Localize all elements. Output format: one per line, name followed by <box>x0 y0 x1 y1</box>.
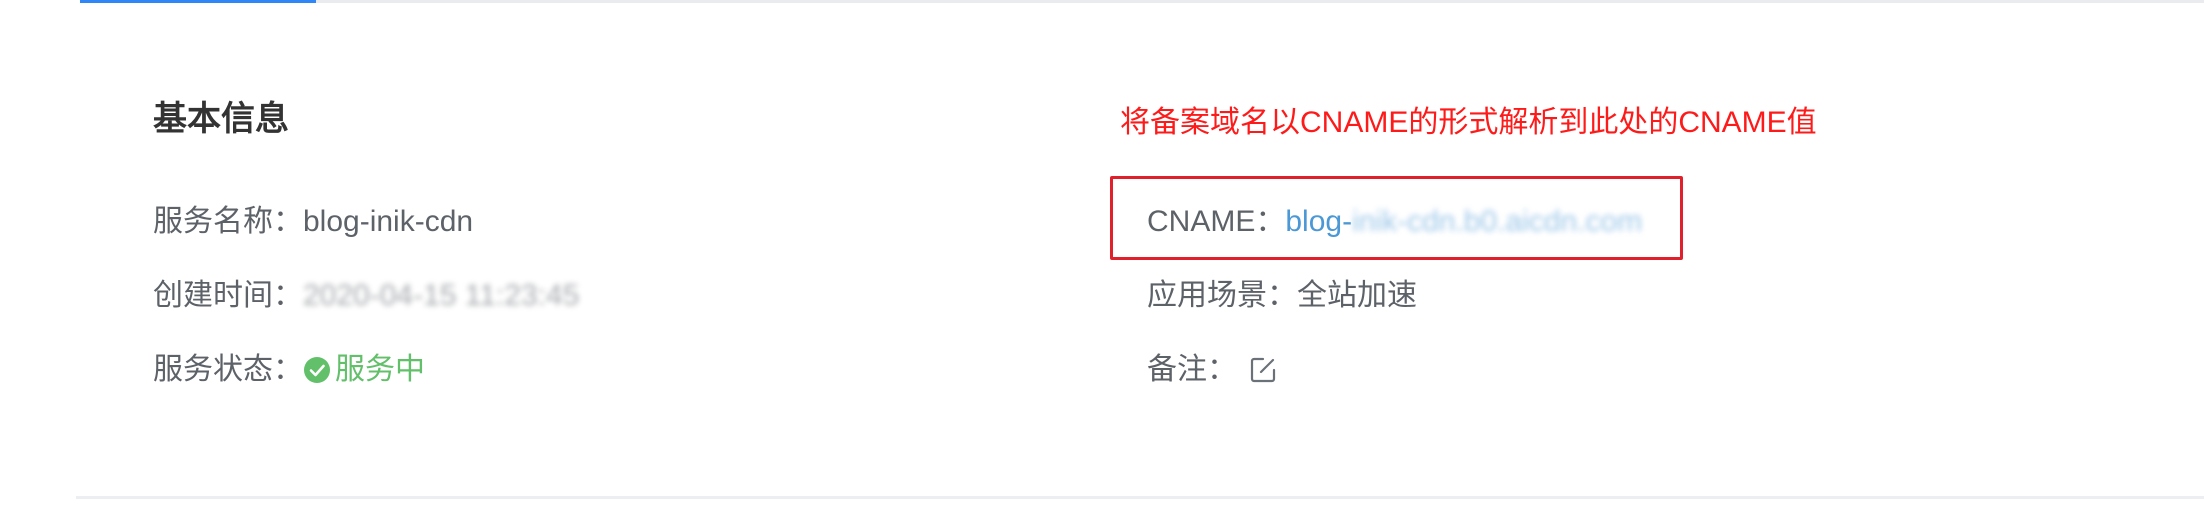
service-status-label: 服务状态： <box>153 353 303 386</box>
cname-row: CNAME： blog- inik-cdn.b0.aicdn.com <box>1147 202 1642 242</box>
created-time-row: 创建时间： 2020-04-15 11:23:45 <box>153 276 579 316</box>
created-time-value: 2020-04-15 11:23:45 <box>303 279 580 312</box>
section-title: 基本信息 <box>153 100 289 138</box>
edit-icon[interactable] <box>1247 354 1279 386</box>
check-circle-icon <box>303 356 331 384</box>
service-name-row: 服务名称： blog-inik-cdn <box>153 202 473 242</box>
cname-value-prefix[interactable]: blog- <box>1285 202 1352 242</box>
scenario-label: 应用场景： <box>1147 279 1297 312</box>
tab-bar-divider <box>80 0 2204 3</box>
status-badge: 服务中 <box>303 350 425 390</box>
active-tab-indicator <box>80 0 316 3</box>
section-bottom-divider <box>76 496 2204 499</box>
created-time-label: 创建时间： <box>153 279 303 312</box>
service-name-label: 服务名称： <box>153 205 303 238</box>
service-name-value: blog-inik-cdn <box>303 205 474 238</box>
cname-value-rest[interactable]: inik-cdn.b0.aicdn.com <box>1352 202 1642 242</box>
scenario-value: 全站加速 <box>1297 279 1417 312</box>
remark-row: 备注： <box>1147 350 1279 390</box>
cname-annotation: 将备案域名以CNAME的形式解析到此处的CNAME值 <box>1120 106 1817 139</box>
service-status-value: 服务中 <box>335 353 425 386</box>
remark-label: 备注： <box>1147 353 1237 386</box>
scenario-row: 应用场景： 全站加速 <box>1147 276 1417 316</box>
service-status-row: 服务状态： 服务中 <box>153 350 425 390</box>
cname-label: CNAME： <box>1147 205 1286 238</box>
